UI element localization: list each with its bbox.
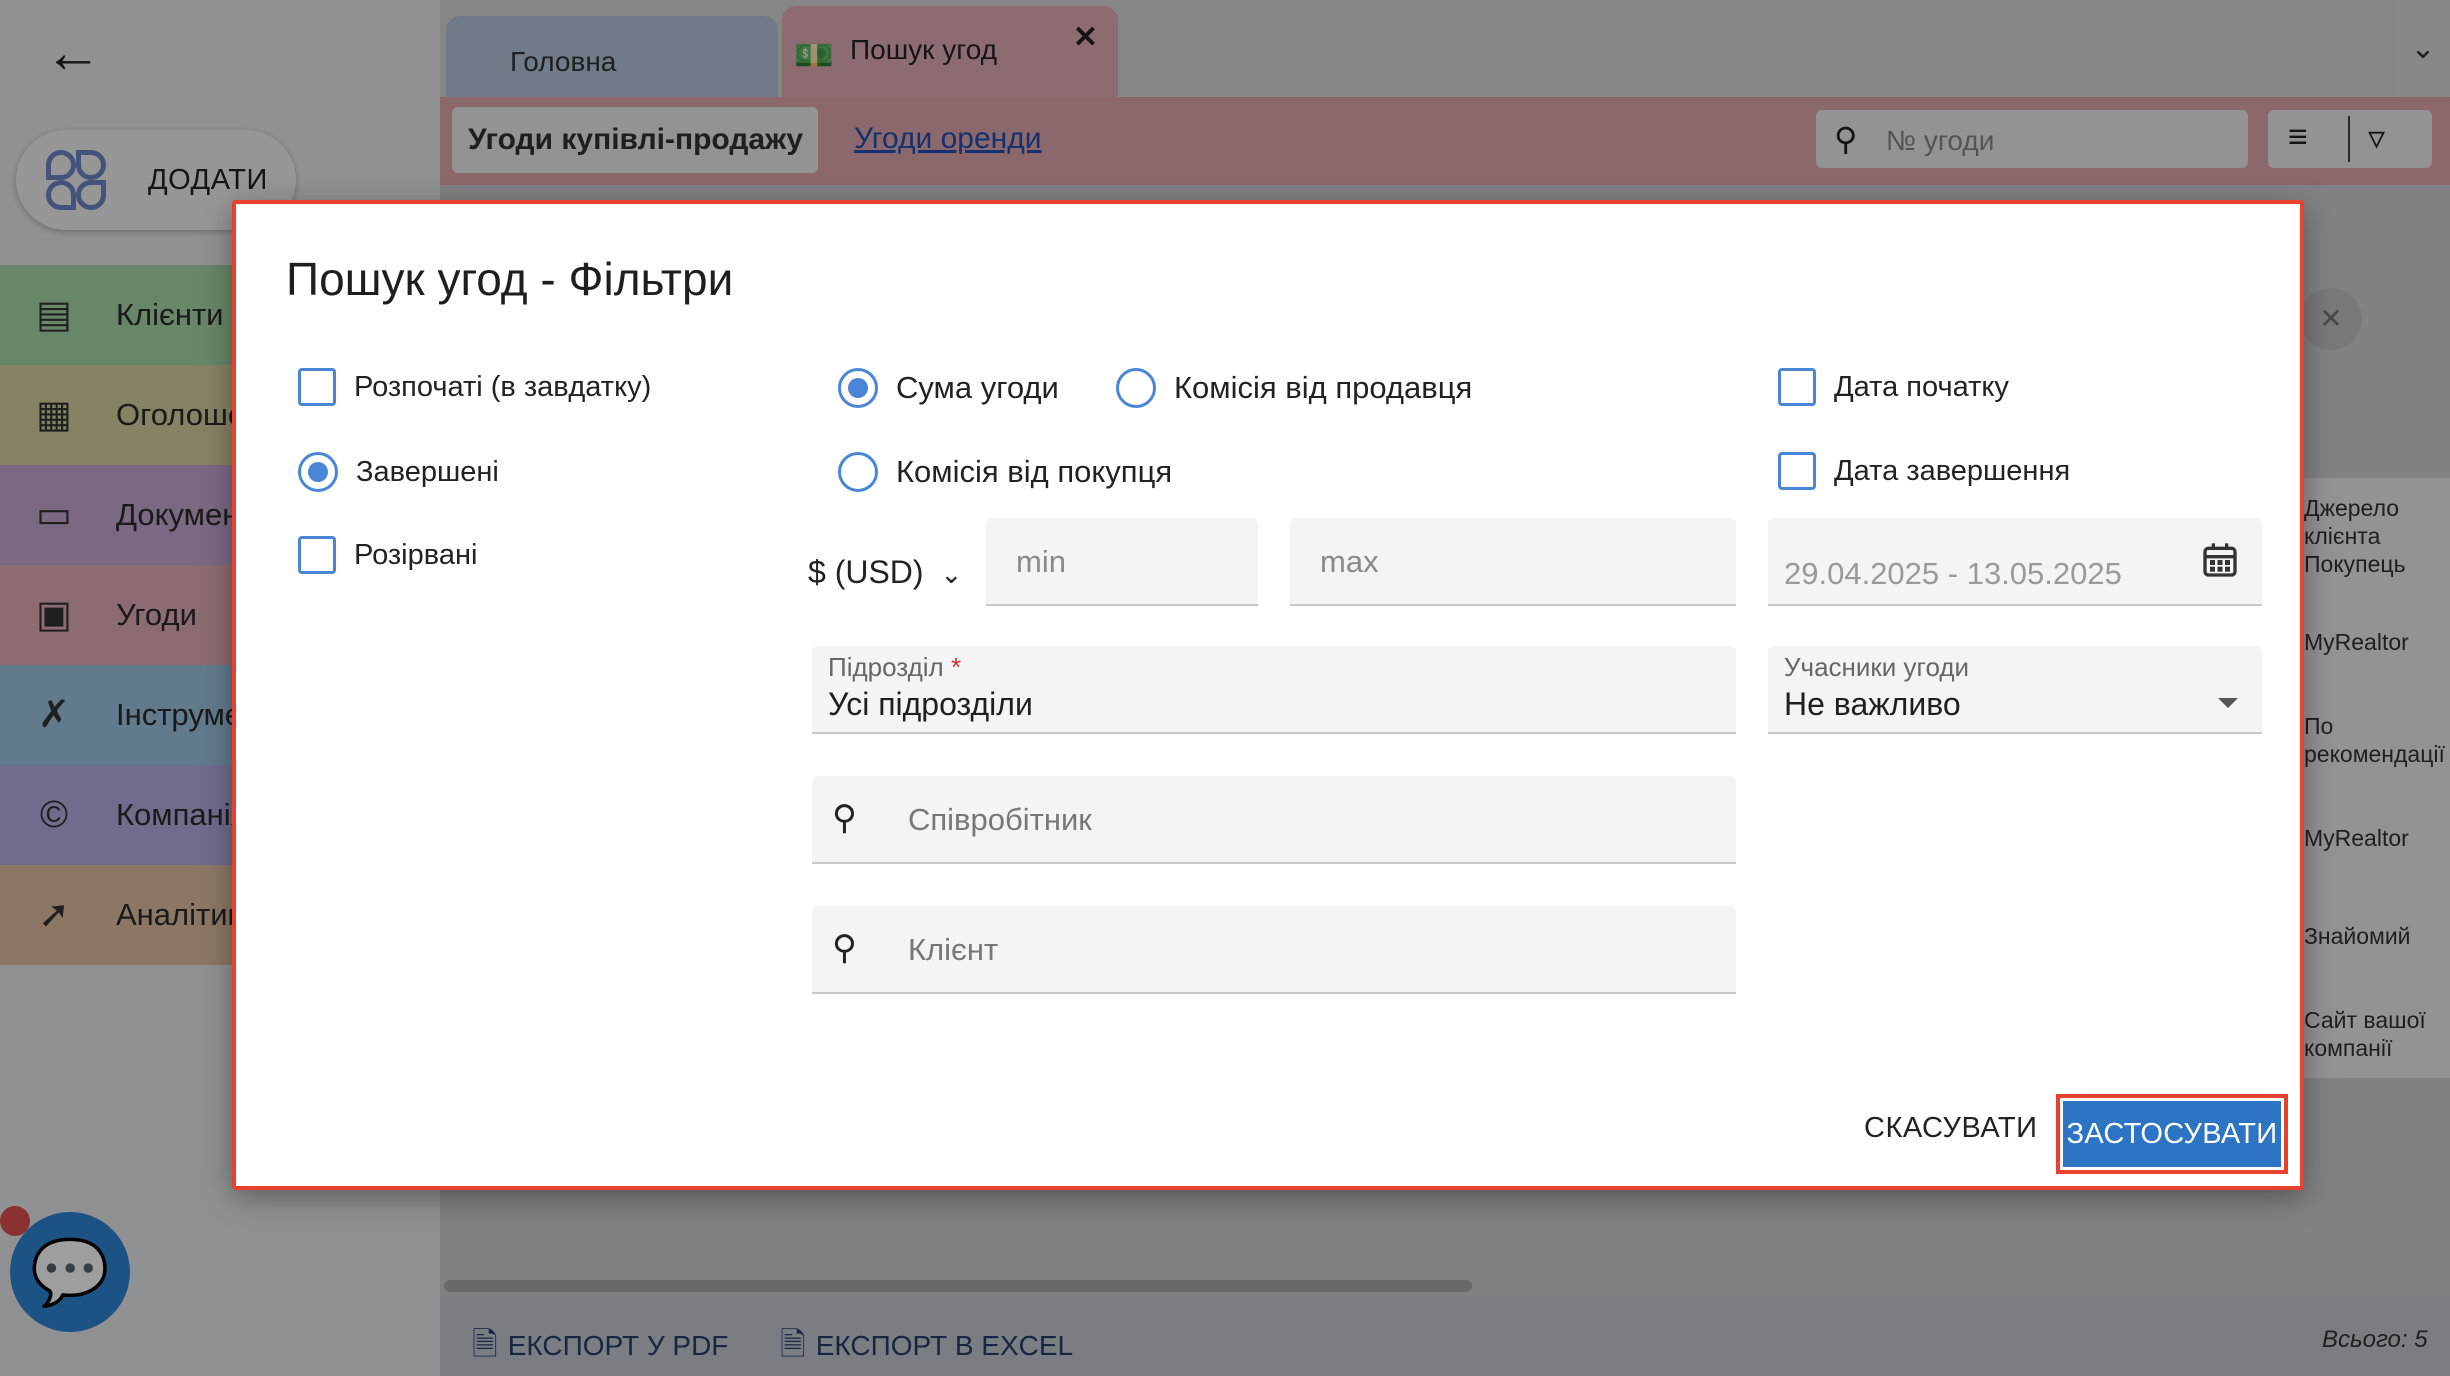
radio-unchecked-icon bbox=[1116, 368, 1156, 408]
search-icon: ⚲ bbox=[832, 799, 857, 837]
checkbox-started[interactable]: Розпочаті (в завдатку) bbox=[298, 368, 651, 406]
client-search-input[interactable]: ⚲ Клієнт bbox=[812, 906, 1736, 994]
filters-dialog: Пошук угод - Фільтри Розпочаті (в завдат… bbox=[232, 200, 2304, 1190]
participants-label: Учасники угоди bbox=[1784, 652, 1970, 682]
apply-button[interactable]: ЗАСТОСУВАТИ bbox=[2056, 1094, 2288, 1174]
checkbox-label: Дата завершення bbox=[1834, 454, 2071, 487]
division-label: Підрозділ * bbox=[828, 652, 962, 682]
radio-label: Комісія від покупця bbox=[896, 454, 1173, 489]
checkbox-label: Розпочаті (в завдатку) bbox=[354, 370, 652, 403]
max-amount-input[interactable]: max bbox=[1290, 518, 1736, 606]
client-placeholder: Клієнт bbox=[908, 932, 999, 967]
employee-search-input[interactable]: ⚲ Співробітник bbox=[812, 776, 1736, 864]
apply-button-label: ЗАСТОСУВАТИ bbox=[2063, 1101, 2281, 1167]
radio-label: Сума угоди bbox=[896, 370, 1059, 405]
date-range-input[interactable]: 29.04.2025 - 13.05.2025 bbox=[1768, 518, 2262, 606]
checkbox-label: Дата початку bbox=[1834, 370, 2009, 403]
radio-completed[interactable]: Завершені bbox=[298, 452, 499, 492]
checkbox-end-date[interactable]: Дата завершення bbox=[1778, 452, 2070, 490]
checkbox-icon bbox=[1778, 452, 1816, 490]
employee-placeholder: Співробітник bbox=[908, 802, 1092, 837]
checkbox-icon bbox=[1778, 368, 1816, 406]
chevron-down-icon: ⌄ bbox=[940, 559, 963, 589]
checkbox-icon bbox=[298, 536, 336, 574]
radio-deal-sum[interactable]: Сума угоди bbox=[838, 368, 1059, 408]
search-icon: ⚲ bbox=[832, 929, 857, 967]
dialog-title: Пошук угод - Фільтри bbox=[286, 253, 734, 305]
checkbox-icon bbox=[298, 368, 336, 406]
radio-checked-icon bbox=[838, 368, 878, 408]
checkbox-terminated[interactable]: Розірвані bbox=[298, 536, 477, 574]
participants-value: Не важливо bbox=[1784, 686, 1961, 722]
division-value: Усі підрозділи bbox=[828, 686, 1033, 722]
radio-seller-commission[interactable]: Комісія від продавця bbox=[1116, 368, 1472, 408]
date-range-value: 29.04.2025 - 13.05.2025 bbox=[1784, 556, 2122, 591]
participants-select[interactable]: Учасники угоди Не важливо bbox=[1768, 646, 2262, 734]
max-placeholder: max bbox=[1320, 544, 1379, 579]
min-amount-input[interactable]: min bbox=[986, 518, 1258, 606]
min-placeholder: min bbox=[1016, 544, 1066, 579]
dropdown-arrow-icon bbox=[2218, 698, 2238, 708]
currency-value: $ (USD) bbox=[808, 554, 924, 590]
checkbox-start-date[interactable]: Дата початку bbox=[1778, 368, 2009, 406]
radio-label: Завершені bbox=[356, 455, 499, 488]
radio-unchecked-icon bbox=[838, 452, 878, 492]
cancel-button[interactable]: СКАСУВАТИ bbox=[1864, 1112, 2037, 1145]
radio-buyer-commission[interactable]: Комісія від покупця bbox=[838, 452, 1172, 492]
division-select[interactable]: Підрозділ * Усі підрозділи bbox=[812, 646, 1736, 734]
calendar-icon[interactable] bbox=[2200, 540, 2240, 580]
checkbox-label: Розірвані bbox=[354, 538, 478, 571]
radio-checked-icon bbox=[298, 452, 338, 492]
radio-label: Комісія від продавця bbox=[1174, 370, 1473, 405]
currency-select[interactable]: $ (USD) ⌄ bbox=[808, 554, 962, 591]
